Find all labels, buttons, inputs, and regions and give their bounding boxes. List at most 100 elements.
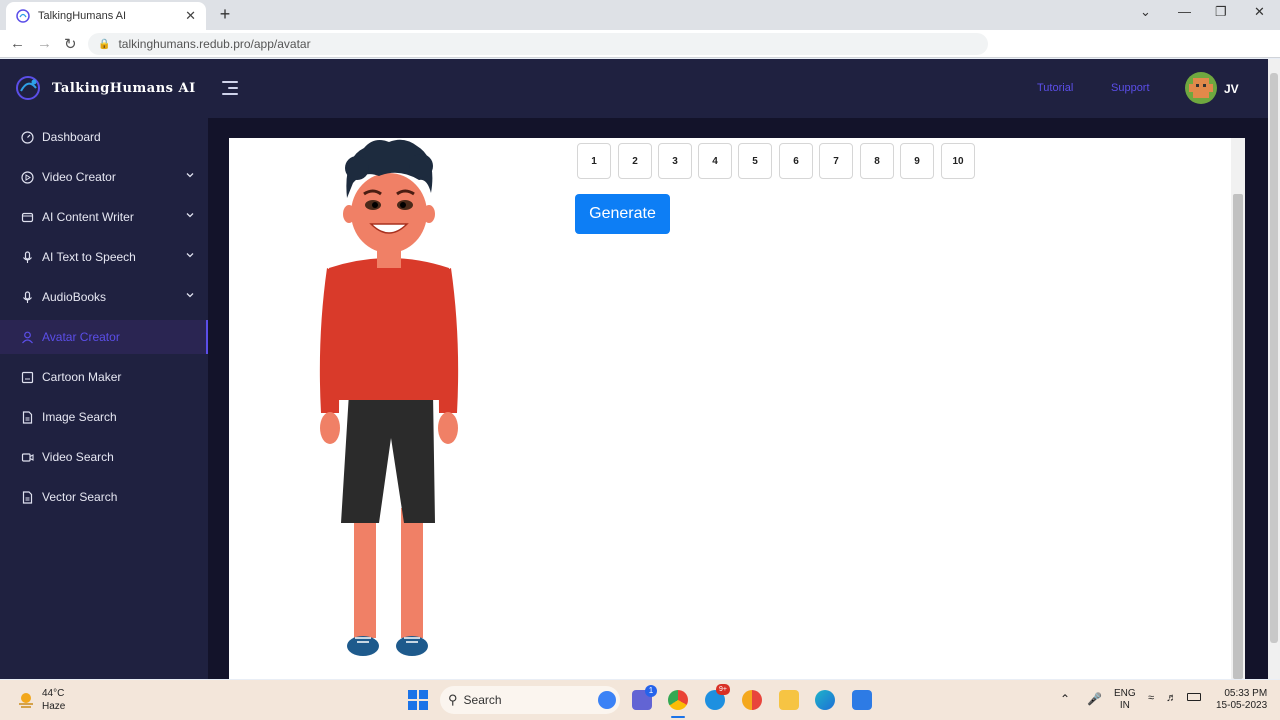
windows-start-icon[interactable] [408,690,428,710]
reload-icon[interactable]: ↻ [64,35,77,53]
brand-name: TalkingHumans AI [52,81,196,96]
clock-date: 15-05-2023 [1216,700,1268,711]
close-tab-icon[interactable]: ✕ [185,8,196,24]
clock[interactable]: 05:33 PM 15-05-2023 [1216,688,1267,712]
chevron-up-icon[interactable]: ⌃ [1060,692,1070,706]
option-button-7[interactable]: 7 [819,143,853,179]
sidebar-item-label: AI Text to Speech [42,250,136,264]
minimize-button[interactable]: — [1178,4,1191,19]
lock-icon: 🔒 [98,38,111,50]
dashboard-icon [20,130,34,144]
option-button-10[interactable]: 10 [941,143,975,179]
browser-app-icon[interactable] [742,690,762,710]
panel-scrollbar-thumb[interactable] [1233,194,1243,679]
sidebar-item-label: Avatar Creator [42,330,120,344]
page-scrollbar-thumb[interactable] [1270,73,1278,643]
search-icon: ⚲ [448,692,458,707]
microphone-icon [20,250,34,264]
remote-app-icon[interactable] [852,690,872,710]
option-button-9[interactable]: 9 [900,143,934,179]
speaker-icon[interactable]: ♬ [1166,692,1177,704]
close-window-button[interactable]: ✕ [1254,4,1265,20]
tab-title: TalkingHumans AI [38,10,127,22]
app-window: TalkingHumans AI Tutorial Support JV Das… [0,59,1268,679]
sidebar-item-label: AI Content Writer [42,210,134,224]
option-button-8[interactable]: 8 [860,143,894,179]
sidebar-item-dashboard[interactable]: Dashboard [0,120,208,154]
wifi-icon[interactable]: ≈ [1148,692,1154,704]
option-button-6[interactable]: 6 [779,143,813,179]
user-icon [20,330,34,344]
back-arrow-icon[interactable]: ← [10,35,25,52]
sidebar-item-audiobooks[interactable]: AudioBooks [0,280,208,314]
edge-icon[interactable] [815,690,835,710]
sidebar-item-cartoon-maker[interactable]: Cartoon Maker [0,360,208,394]
browser-tab[interactable]: TalkingHumans AI ✕ [6,2,206,30]
user-initials: JV [1224,82,1239,96]
panel-scrollbar[interactable] [1231,138,1245,679]
sidebar-item-image-search[interactable]: Image Search [0,400,208,434]
forward-arrow-icon[interactable]: → [37,35,52,52]
chevron-down-icon[interactable] [186,291,194,299]
sidebar-item-label: Video Creator [42,170,116,184]
sidebar-item-video-creator[interactable]: Video Creator [0,160,208,194]
sidebar-item-label: Dashboard [42,130,101,144]
weather-temp: 44°C [42,688,65,699]
chevron-down-icon[interactable] [186,171,194,179]
chevron-down-icon[interactable] [186,211,194,219]
top-navbar: TalkingHumans AI Tutorial Support JV [0,59,1268,118]
chevron-down-icon[interactable] [186,251,194,259]
chrome-taskbar-icon[interactable] [668,690,688,710]
option-button-2[interactable]: 2 [618,143,652,179]
sidebar-item-ai-content-writer[interactable]: AI Content Writer [0,200,208,234]
url-text: talkinghumans.redub.pro/app/avatar [118,37,311,51]
user-avatar[interactable] [1185,72,1217,104]
bing-icon[interactable] [598,691,616,709]
tab-search-icon[interactable]: ⌄ [1140,4,1151,20]
sidebar-toggle-icon[interactable] [222,81,238,95]
browser-tab-strip: TalkingHumans AI ✕ + ⌄ — ❐ ✕ [0,0,1280,30]
new-tab-button[interactable]: + [216,4,234,25]
sidebar-item-vector-search[interactable]: Vector Search [0,480,208,514]
language-indicator[interactable]: ENG IN [1114,688,1136,712]
page-scrollbar[interactable] [1268,59,1280,679]
option-button-3[interactable]: 3 [658,143,692,179]
restore-button[interactable]: ❐ [1215,4,1227,20]
generate-button[interactable]: Generate [575,194,670,234]
sidebar-item-label: Cartoon Maker [42,370,122,384]
battery-icon[interactable] [1187,693,1201,701]
windows-taskbar: 44°C Haze ⚲ Search 1 9+ ⌃ 🎤 ENG IN ≈ ♬ 0… [0,680,1280,720]
microphone-icon [20,290,34,304]
sidebar-item-label: Vector Search [42,490,118,504]
option-button-4[interactable]: 4 [698,143,732,179]
taskbar-search[interactable]: ⚲ Search [440,686,620,714]
taskbar-search-placeholder: Search [463,693,502,707]
microphone-tray-icon[interactable]: 🎤 [1087,692,1102,706]
support-link[interactable]: Support [1111,82,1150,94]
weather-widget[interactable]: 44°C Haze [16,687,65,713]
cartoon-avatar-preview [319,139,459,656]
sidebar-item-ai-text-to-speech[interactable]: AI Text to Speech [0,240,208,274]
language-bottom: IN [1119,700,1130,711]
url-field[interactable]: 🔒 talkinghumans.redub.pro/app/avatar [88,33,988,55]
sidebar-item-label: AudioBooks [42,290,107,304]
address-bar-row: ← → ↻ 🔒 talkinghumans.redub.pro/app/avat… [0,30,1280,82]
sidebar-item-avatar-creator[interactable]: Avatar Creator [0,320,208,354]
clock-time: 05:33 PM [1224,688,1268,699]
sidebar-item-video-search[interactable]: Video Search [0,440,208,474]
tutorial-link[interactable]: Tutorial [1037,82,1073,94]
video-icon [20,450,34,464]
talkinghumans-favicon [16,9,30,23]
sidebar-item-label: Image Search [42,410,117,424]
skype-badge: 9+ [716,684,730,695]
option-button-5[interactable]: 5 [738,143,772,179]
sidebar-item-label: Video Search [42,450,114,464]
file-explorer-icon[interactable] [779,690,799,710]
file-icon [20,410,34,424]
option-button-1[interactable]: 1 [577,143,611,179]
mail-icon [20,210,34,224]
haze-sun-icon [19,693,33,708]
sidebar: Dashboard Video Creator AI Content Write… [0,118,208,679]
file-icon [20,490,34,504]
language-top: ENG [1114,688,1136,699]
